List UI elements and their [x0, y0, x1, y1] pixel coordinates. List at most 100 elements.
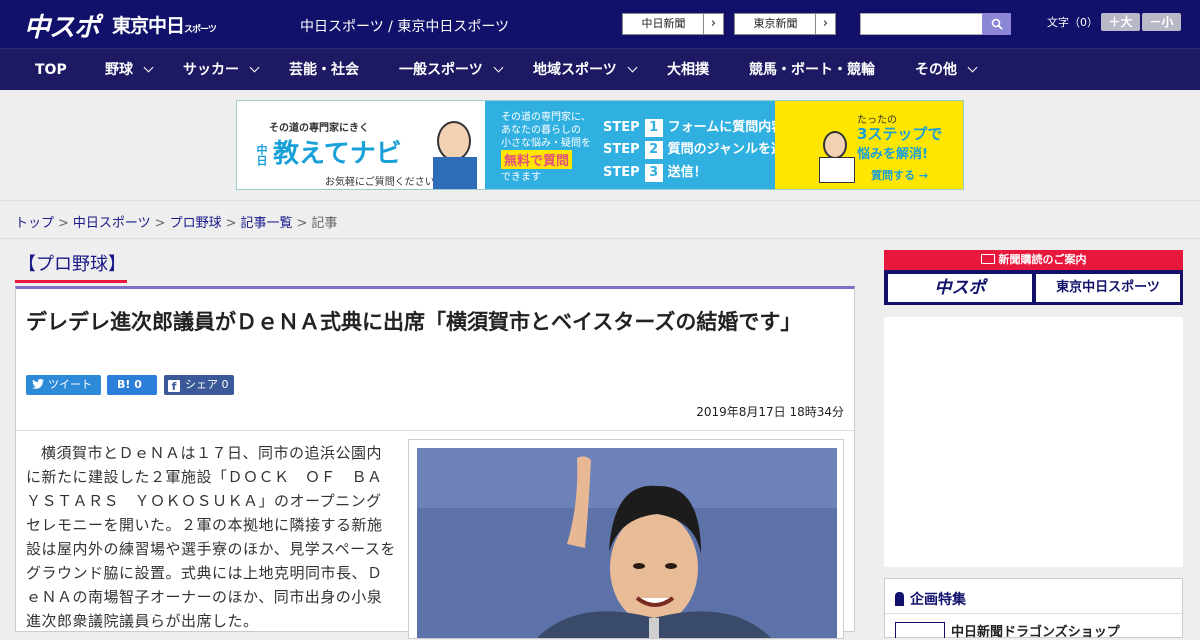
chevron-right-icon: ›: [703, 14, 723, 34]
ext-link-label: 中日新聞: [641, 17, 686, 30]
nav-item-keiba[interactable]: 競馬・ボート・競輪: [749, 49, 875, 91]
subscribe-tokyo-chunichi-link[interactable]: 東京中日スポーツ: [1036, 274, 1180, 302]
banner-brand-text: 教えてナビ: [273, 139, 402, 169]
main-content: 【プロ野球】 デレデレ進次郎議員がＤｅＮＡ式典に出席「横須賀市とベイスターズの結…: [0, 240, 1200, 640]
nav-item-baseball[interactable]: 野球: [105, 49, 154, 91]
banner-note: お気軽にご質問ください!: [325, 177, 439, 188]
nav-label: 野球: [105, 62, 133, 78]
feature-item-dragons-shop[interactable]: 中日新聞ドラゴンズショップ: [951, 621, 1120, 640]
banner-right: たったの 3ステップで 悩みを解消! 質問する →: [775, 101, 963, 189]
nav-label: 競馬・ボート・競輪: [749, 62, 875, 78]
nav-item-regional-sports[interactable]: 地域スポーツ: [533, 49, 638, 91]
oshiete-navi-banner[interactable]: その道の専門家にきく 中日 教えてナビ お気軽にご質問ください! その道の専門家に…: [236, 100, 964, 190]
facebook-icon: f: [168, 380, 180, 393]
breadcrumb-article-list[interactable]: 記事一覧: [241, 216, 293, 231]
nav-label: 地域スポーツ: [533, 62, 617, 78]
site-title: 中日スポーツ / 東京中日スポーツ: [300, 19, 510, 35]
breadcrumb-separator: >: [225, 216, 237, 231]
nav-item-entertainment[interactable]: 芸能・社会: [289, 49, 359, 91]
nav-item-soccer[interactable]: サッカー: [183, 49, 260, 91]
font-size-label: 文字（0）: [1047, 16, 1098, 29]
step-number: 3: [644, 164, 663, 182]
breadcrumb: トップ > 中日スポーツ > プロ野球 > 記事一覧 > 記事: [15, 212, 337, 231]
politician-photo-illustration: [417, 448, 837, 638]
man-illustration: [437, 121, 471, 161]
feature-heading: 企画特集: [895, 589, 966, 609]
breadcrumb-bar: トップ > 中日スポーツ > プロ野球 > 記事一覧 > 記事: [0, 200, 1200, 239]
twitter-icon: [32, 379, 44, 389]
man-suit-illustration: [433, 157, 477, 189]
nav-label: TOP: [35, 62, 67, 78]
nav-label: 芸能・社会: [289, 62, 359, 78]
feature-box: 企画特集 中日新聞ドラゴンズショップ: [884, 578, 1183, 640]
subscribe-chuspo-link[interactable]: 中スポ: [888, 274, 1032, 302]
tweet-button[interactable]: ツイート: [26, 375, 101, 395]
banner-mid-line: できます: [501, 172, 541, 183]
subscription-heading: 新聞購読のご案内: [884, 250, 1183, 270]
banner-mid-line: 小さな悩み・疑問を: [501, 138, 591, 149]
nav-item-other[interactable]: その他: [915, 49, 978, 91]
nav-item-top[interactable]: TOP: [35, 49, 67, 91]
hatena-bookmark-button[interactable]: B! 0: [107, 375, 157, 395]
chuspo-logo[interactable]: 中スポ: [24, 7, 100, 44]
category-underline: [15, 280, 127, 283]
article-body: 横須賀市とＤｅＮＡは１７日、同市の追浜公園内に新たに建設した２軍施設「ＤＯＣＫ …: [26, 444, 396, 630]
tokyo-logo-sub: スポーツ: [184, 25, 217, 35]
step-text: 送信！: [667, 165, 707, 180]
article-card: デレデレ進次郎議員がＤｅＮＡ式典に出席「横須賀市とベイスターズの結婚です」 ツイ…: [15, 286, 855, 639]
subscription-heading-text: 新聞購読のご案内: [998, 253, 1087, 266]
nav-item-general-sports[interactable]: 一般スポーツ: [399, 49, 504, 91]
ext-link-label: 東京新聞: [753, 17, 798, 30]
banner-brand-prefix: 中日: [255, 143, 268, 166]
search-icon: [991, 18, 1003, 30]
article-title: デレデレ進次郎議員がＤｅＮＡ式典に出席「横須賀市とベイスターズの結婚です」: [26, 310, 802, 334]
font-larger-button[interactable]: ＋大: [1101, 13, 1140, 31]
chevron-down-icon: [143, 62, 154, 73]
chevron-down-icon: [249, 62, 260, 73]
banner-right-big: 3ステップで: [857, 125, 943, 143]
article-category: 【プロ野球】: [18, 254, 126, 275]
nav-item-sumo[interactable]: 大相撲: [667, 49, 709, 91]
step-number: 1: [644, 119, 663, 137]
chevron-down-icon: [493, 62, 504, 73]
banner-left: その道の専門家にきく 中日 教えてナビ お気軽にご質問ください!: [237, 101, 485, 189]
step-number: 2: [644, 141, 663, 159]
tweet-label: ツイート: [48, 378, 92, 391]
step-prefix: STEP: [603, 120, 640, 135]
banner-middle: その道の専門家に、 あなたの暮らしの 小さな悩み・疑問を 無料で質問 できます …: [485, 101, 823, 189]
step-prefix: STEP: [603, 142, 640, 157]
article-photo[interactable]: [417, 448, 837, 638]
breadcrumb-separator: >: [296, 216, 308, 231]
nav-label: その他: [915, 62, 957, 78]
laptop-illustration: [819, 157, 855, 183]
facebook-share-button[interactable]: f シェア 0: [164, 375, 234, 395]
banner-brand: 中日 教えてナビ: [253, 133, 418, 170]
divider: [885, 613, 1182, 614]
feature-heading-text: 企画特集: [910, 592, 966, 608]
facebook-label: シェア 0: [185, 378, 229, 391]
tokyo-chunichi-logo[interactable]: 東京中日スポーツ: [112, 11, 217, 38]
breadcrumb-separator: >: [154, 216, 166, 231]
ribbon-icon: [895, 592, 904, 606]
dragons-shop-thumbnail[interactable]: [895, 622, 945, 638]
banner-mid-line: あなたの暮らしの: [501, 125, 581, 136]
free-question-badge: 無料で質問: [501, 150, 573, 169]
chevron-right-icon: ›: [815, 14, 835, 34]
tokyo-logo-text: 東京中日: [112, 15, 185, 37]
chunichi-shimbun-link[interactable]: 中日新聞 ›: [622, 13, 724, 35]
breadcrumb-top[interactable]: トップ: [15, 216, 54, 231]
chevron-down-icon: [967, 62, 978, 73]
banner-right-sub: 悩みを解消!: [857, 147, 928, 162]
search-input[interactable]: [860, 13, 983, 35]
breadcrumb-chunichi-sports[interactable]: 中日スポーツ: [73, 216, 151, 231]
nav-label: サッカー: [183, 62, 239, 78]
font-smaller-button[interactable]: －小: [1142, 13, 1181, 31]
sidebar-ad-space: [884, 317, 1183, 567]
search-button[interactable]: [982, 13, 1011, 35]
breadcrumb-pro-baseball[interactable]: プロ野球: [170, 216, 222, 231]
tokyo-shimbun-link[interactable]: 東京新聞 ›: [734, 13, 836, 35]
banner-question-link[interactable]: 質問する →: [871, 167, 928, 183]
divider: [16, 430, 854, 431]
chevron-down-icon: [627, 62, 638, 73]
ad-area: その道の専門家にきく 中日 教えてナビ お気軽にご質問ください! その道の専門家に…: [0, 90, 1200, 200]
